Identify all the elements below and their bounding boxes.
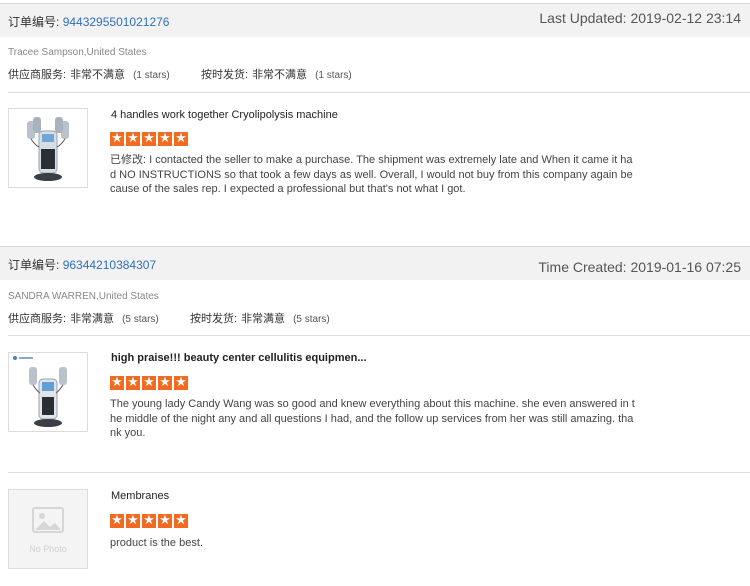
star-icon [158,512,172,528]
star-icon [142,130,156,146]
star-icon [174,130,188,146]
cryolipolysis-machine-image [9,109,87,187]
ontime-shipping-label: 按时发货: [201,69,249,81]
product-thumbnail[interactable] [8,352,88,432]
star-icon [126,374,140,390]
cellulitis-equipment-image [9,353,87,431]
order-number-link[interactable]: 96344210384307 [63,258,156,272]
supplier-service-value: 非常不满意 [70,69,126,81]
star-icon [110,374,124,390]
last-updated-date: Last Updated: 2019-02-12 23:14 [539,10,741,26]
ontime-shipping-stars: (5 stars) [293,314,330,325]
order-ratings: 供应商服务: 非常不满意 (1 stars) 按时发货: 非常不满意 (1 stars) [8,66,352,82]
order-number-label: 订单编号: [8,258,60,272]
star-icon [174,374,188,390]
rating-stars [110,130,188,146]
ontime-shipping-value: 非常满意 [241,313,286,325]
star-icon [174,512,188,528]
product-title[interactable]: high praise!!! beauty center cellulitis … [111,352,367,364]
ontime-shipping-value: 非常不满意 [252,69,308,81]
star-icon [126,512,140,528]
star-icon [110,512,124,528]
order-number-label: 订单编号: [8,15,60,29]
supplier-service-stars: (1 stars) [133,70,170,81]
star-icon [126,130,140,146]
image-placeholder-icon [9,490,87,568]
star-icon [110,130,124,146]
order-number-row: 订单编号: 9443295501021276 [8,13,169,30]
order-header: 订单编号: 96344210384307 Time Created: 2019-… [0,246,750,280]
rating-stars [110,374,188,390]
product-title[interactable]: Membranes [111,490,169,502]
order-number-row: 订单编号: 96344210384307 [8,256,156,273]
divider [8,335,750,336]
star-icon [142,512,156,528]
supplier-service-stars: (5 stars) [122,314,159,325]
ontime-shipping-label: 按时发货: [190,313,238,325]
buyer-name: Tracee Sampson,United States [8,47,147,58]
supplier-service-value: 非常满意 [70,313,115,325]
time-created-date: Time Created: 2019-01-16 07:25 [538,259,741,275]
star-icon [158,374,172,390]
star-icon [142,374,156,390]
divider [8,92,750,93]
supplier-service-label: 供应商服务: [8,69,67,81]
supplier-service-label: 供应商服务: [8,313,67,325]
star-icon [158,130,172,146]
rating-stars [110,512,188,528]
review-text: The young lady Candy Wang was so good an… [110,398,635,439]
product-title[interactable]: 4 handles work together Cryolipolysis ma… [111,109,338,121]
order-header: 订单编号: 9443295501021276 Last Updated: 201… [0,3,750,37]
review-text: product is the best. [110,537,203,549]
ontime-shipping-stars: (1 stars) [315,70,352,81]
divider [8,472,750,473]
no-photo-label: No Photo [29,544,67,554]
product-thumbnail[interactable]: No Photo [8,489,88,569]
order-ratings: 供应商服务: 非常满意 (5 stars) 按时发货: 非常满意 (5 stars) [8,310,330,326]
order-number-link[interactable]: 9443295501021276 [63,15,170,29]
product-thumbnail[interactable] [8,108,88,188]
buyer-name: SANDRA WARREN,United States [8,291,159,302]
review-text: 已修改: I contacted the seller to make a pu… [110,154,633,195]
